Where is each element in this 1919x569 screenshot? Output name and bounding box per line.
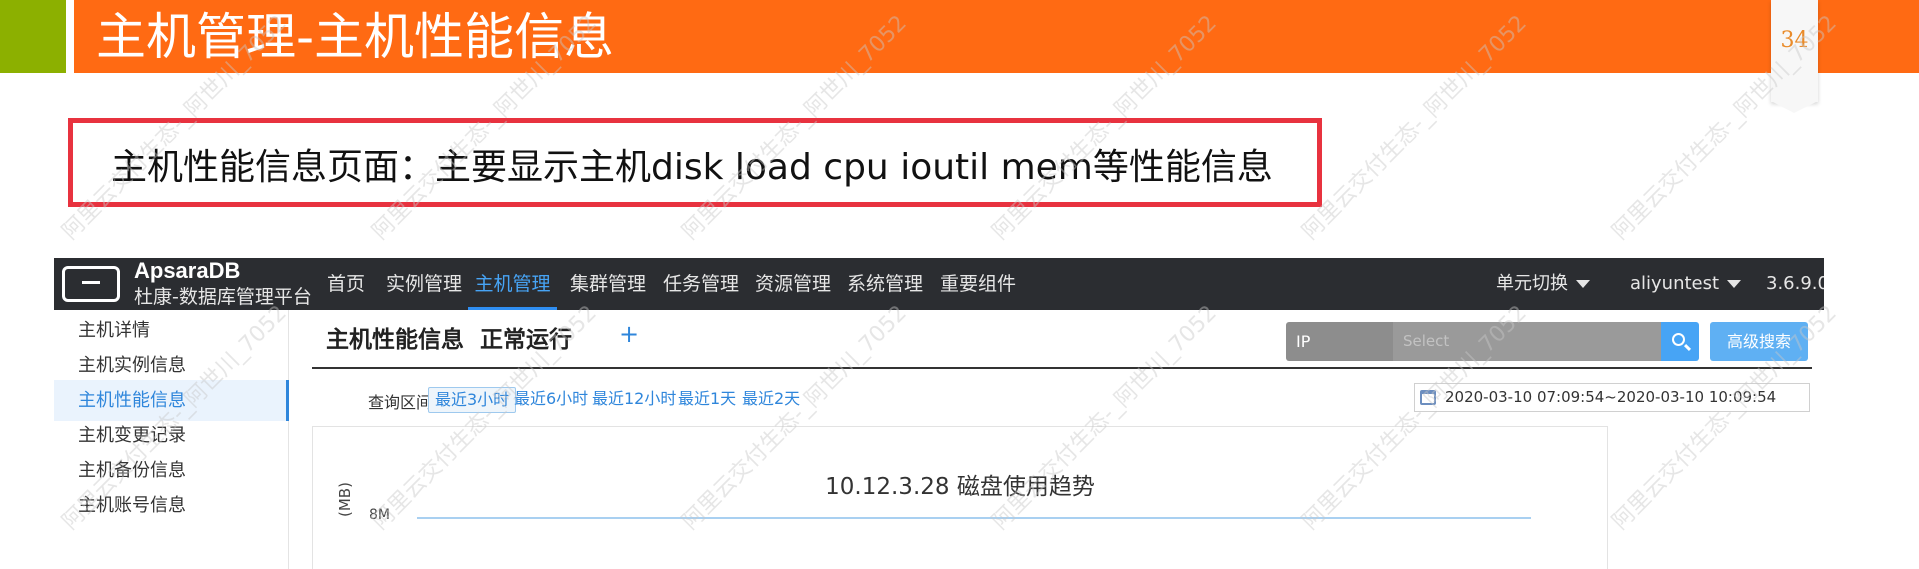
chart-y-tick: 8M (369, 507, 390, 523)
query-range-label: 查询区间: (368, 393, 438, 412)
chart-title: 10.12.3.28 磁盘使用趋势 (825, 474, 1095, 500)
range-option-6h[interactable]: 最近6小时 (514, 387, 588, 413)
brand-name: ApsaraDB (134, 258, 241, 283)
range-option-12h[interactable]: 最近12小时 (592, 387, 676, 413)
search-field-select[interactable]: IP (1286, 322, 1394, 361)
search-input[interactable]: Select (1393, 322, 1661, 361)
callout-box: 主机性能信息页面：主要显示主机disk load cpu ioutil mem等… (68, 118, 1322, 207)
add-icon[interactable]: + (619, 320, 639, 348)
calendar-icon (1420, 390, 1436, 405)
search-button[interactable] (1661, 322, 1699, 361)
chart-grid-line (417, 517, 1531, 519)
nav-host-management[interactable]: 主机管理 (468, 258, 557, 310)
sidebar: 主机详情 主机实例信息 主机性能信息 主机变更记录 主机备份信息 主机账号信息 (54, 310, 289, 569)
nav-home[interactable]: 首页 (327, 258, 365, 310)
status-text: 正常运行 (480, 327, 573, 353)
date-range-picker[interactable]: 2020-03-10 07:09:54~2020-03-10 10:09:54 (1414, 383, 1810, 412)
user-name: aliyuntest (1630, 273, 1720, 294)
slide-accent-bar (0, 0, 66, 73)
nav-system-management[interactable]: 系统管理 (847, 258, 923, 310)
chart-y-axis-label: (MB) (336, 482, 354, 517)
nav-task-management[interactable]: 任务管理 (663, 258, 739, 310)
search-icon (1672, 333, 1685, 346)
app-screenshot: ApsaraDB 杜康-数据库管理平台 首页 实例管理 主机管理 集群管理 任务… (54, 258, 1824, 569)
logo-icon (62, 266, 120, 302)
version-label: 3.6.9.0 (1766, 273, 1824, 294)
page-number-tag: 34 (1771, 0, 1818, 113)
callout-text: 主机性能信息页面：主要显示主机disk load cpu ioutil mem等… (111, 147, 1273, 188)
nav-important-components[interactable]: 重要组件 (940, 258, 1016, 310)
unit-switch-label: 单元切换 (1496, 273, 1568, 294)
page-number: 34 (1780, 28, 1809, 53)
nav-instance-management[interactable]: 实例管理 (386, 258, 462, 310)
brand-subtitle: 杜康-数据库管理平台 (134, 286, 312, 308)
disk-usage-chart: 10.12.3.28 磁盘使用趋势 (MB) 8M (312, 426, 1608, 569)
range-option-1d[interactable]: 最近1天 (678, 387, 736, 413)
range-option-2d[interactable]: 最近2天 (742, 387, 800, 413)
nav-resource-management[interactable]: 资源管理 (755, 258, 831, 310)
heading-divider (312, 367, 1812, 369)
sidebar-item-host-accounts[interactable]: 主机账号信息 (54, 485, 289, 526)
page-title: 主机性能信息 正常运行 (326, 320, 572, 354)
chevron-down-icon (1576, 280, 1590, 288)
chevron-down-icon (1727, 280, 1742, 288)
date-range-value: 2020-03-10 07:09:54~2020-03-10 10:09:54 (1445, 388, 1777, 406)
nav-cluster-management[interactable]: 集群管理 (570, 258, 646, 310)
slide-title: 主机管理-主机性能信息 (96, 8, 615, 66)
top-nav-bar: ApsaraDB 杜康-数据库管理平台 首页 实例管理 主机管理 集群管理 任务… (54, 258, 1824, 310)
user-dropdown[interactable]: aliyuntest (1630, 258, 1742, 310)
page-title-text: 主机性能信息 (326, 327, 464, 353)
range-option-3h[interactable]: 最近3小时 (428, 387, 517, 413)
advanced-search-button[interactable]: 高级搜索 (1710, 322, 1808, 361)
search-icon-handle (1683, 343, 1692, 352)
unit-switch-dropdown[interactable]: 单元切换 (1496, 258, 1590, 310)
